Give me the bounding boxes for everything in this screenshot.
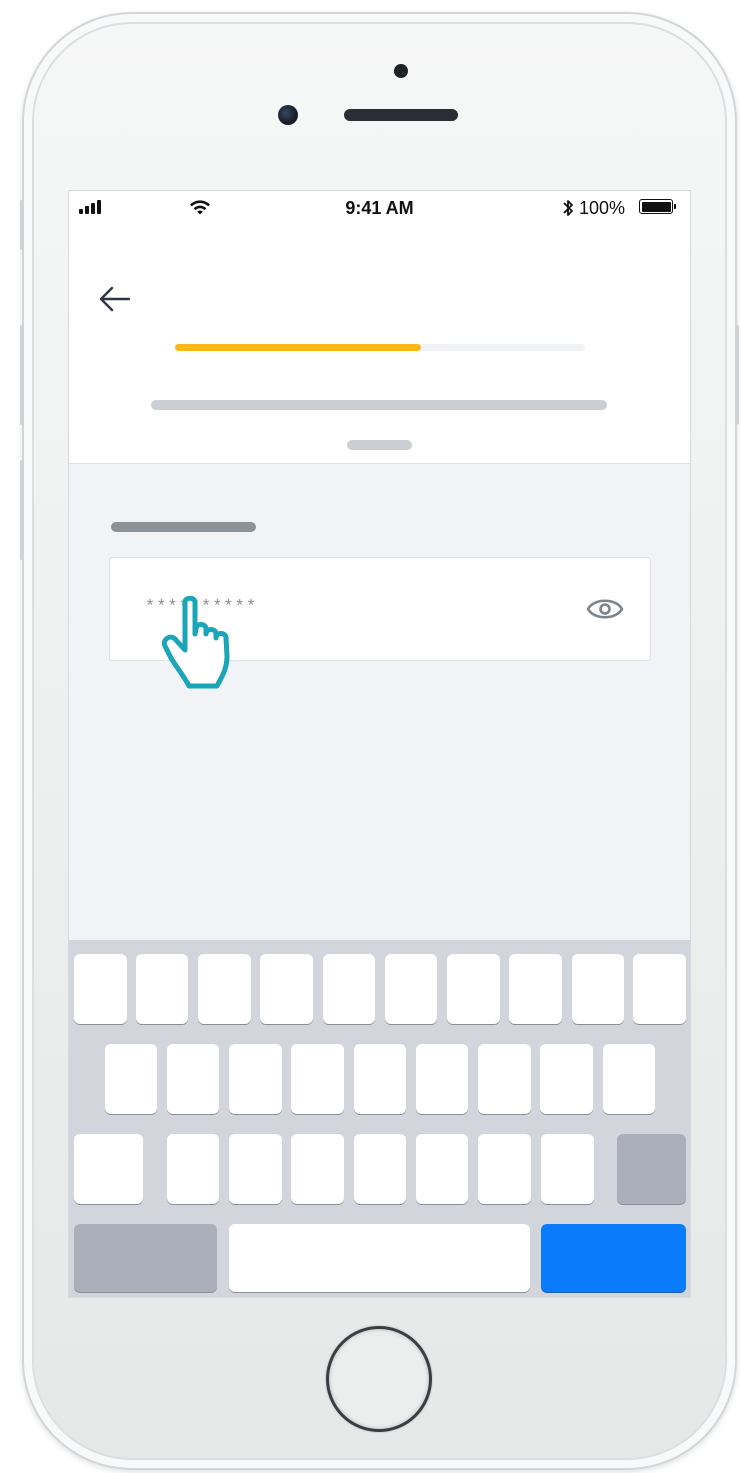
key[interactable] (229, 1134, 282, 1204)
title-placeholder (151, 400, 607, 410)
delete-key[interactable] (617, 1134, 686, 1204)
numbers-key[interactable] (74, 1224, 217, 1292)
home-button[interactable] (326, 1326, 432, 1432)
key[interactable] (198, 954, 251, 1024)
proximity-sensor (394, 64, 408, 78)
key[interactable] (74, 954, 127, 1024)
mute-switch (20, 200, 24, 250)
front-camera-icon (278, 105, 298, 125)
progress-bar-fill (175, 344, 421, 351)
key[interactable] (167, 1044, 219, 1114)
status-bar: 9:41 AM 100% (69, 191, 690, 225)
key[interactable] (633, 954, 686, 1024)
key[interactable] (260, 954, 313, 1024)
key[interactable] (447, 954, 500, 1024)
key[interactable] (291, 1044, 344, 1114)
return-key[interactable] (541, 1224, 686, 1292)
key[interactable] (416, 1134, 468, 1204)
key[interactable] (323, 954, 375, 1024)
key[interactable] (136, 954, 188, 1024)
key[interactable] (167, 1134, 219, 1204)
key[interactable] (540, 1044, 593, 1114)
battery-icon (639, 199, 676, 214)
battery-percent: 100% (579, 198, 626, 218)
subtitle-placeholder (347, 440, 412, 450)
screen: 9:41 AM 100% ********** (68, 190, 691, 1298)
key[interactable] (105, 1044, 157, 1114)
key[interactable] (478, 1134, 531, 1204)
key[interactable] (416, 1044, 468, 1114)
progress-bar (175, 344, 585, 351)
key[interactable] (291, 1134, 344, 1204)
pointer-hand-icon (161, 596, 230, 689)
keyboard (69, 940, 690, 1297)
eye-icon[interactable] (586, 594, 624, 624)
key[interactable] (385, 954, 437, 1024)
earpiece-speaker (344, 109, 458, 121)
password-label-placeholder (111, 522, 256, 532)
key[interactable] (572, 954, 624, 1024)
shift-key[interactable] (74, 1134, 143, 1204)
key[interactable] (541, 1134, 594, 1204)
key[interactable] (603, 1044, 655, 1114)
key[interactable] (229, 1044, 282, 1114)
key[interactable] (354, 1044, 406, 1114)
key[interactable] (354, 1134, 406, 1204)
space-key[interactable] (229, 1224, 530, 1292)
volume-up-button (20, 325, 24, 425)
key[interactable] (478, 1044, 531, 1114)
back-arrow-icon[interactable] (97, 281, 133, 317)
power-button (735, 325, 739, 425)
volume-down-button (20, 460, 24, 560)
bluetooth-icon (563, 200, 573, 216)
header (69, 225, 690, 464)
key[interactable] (509, 954, 562, 1024)
